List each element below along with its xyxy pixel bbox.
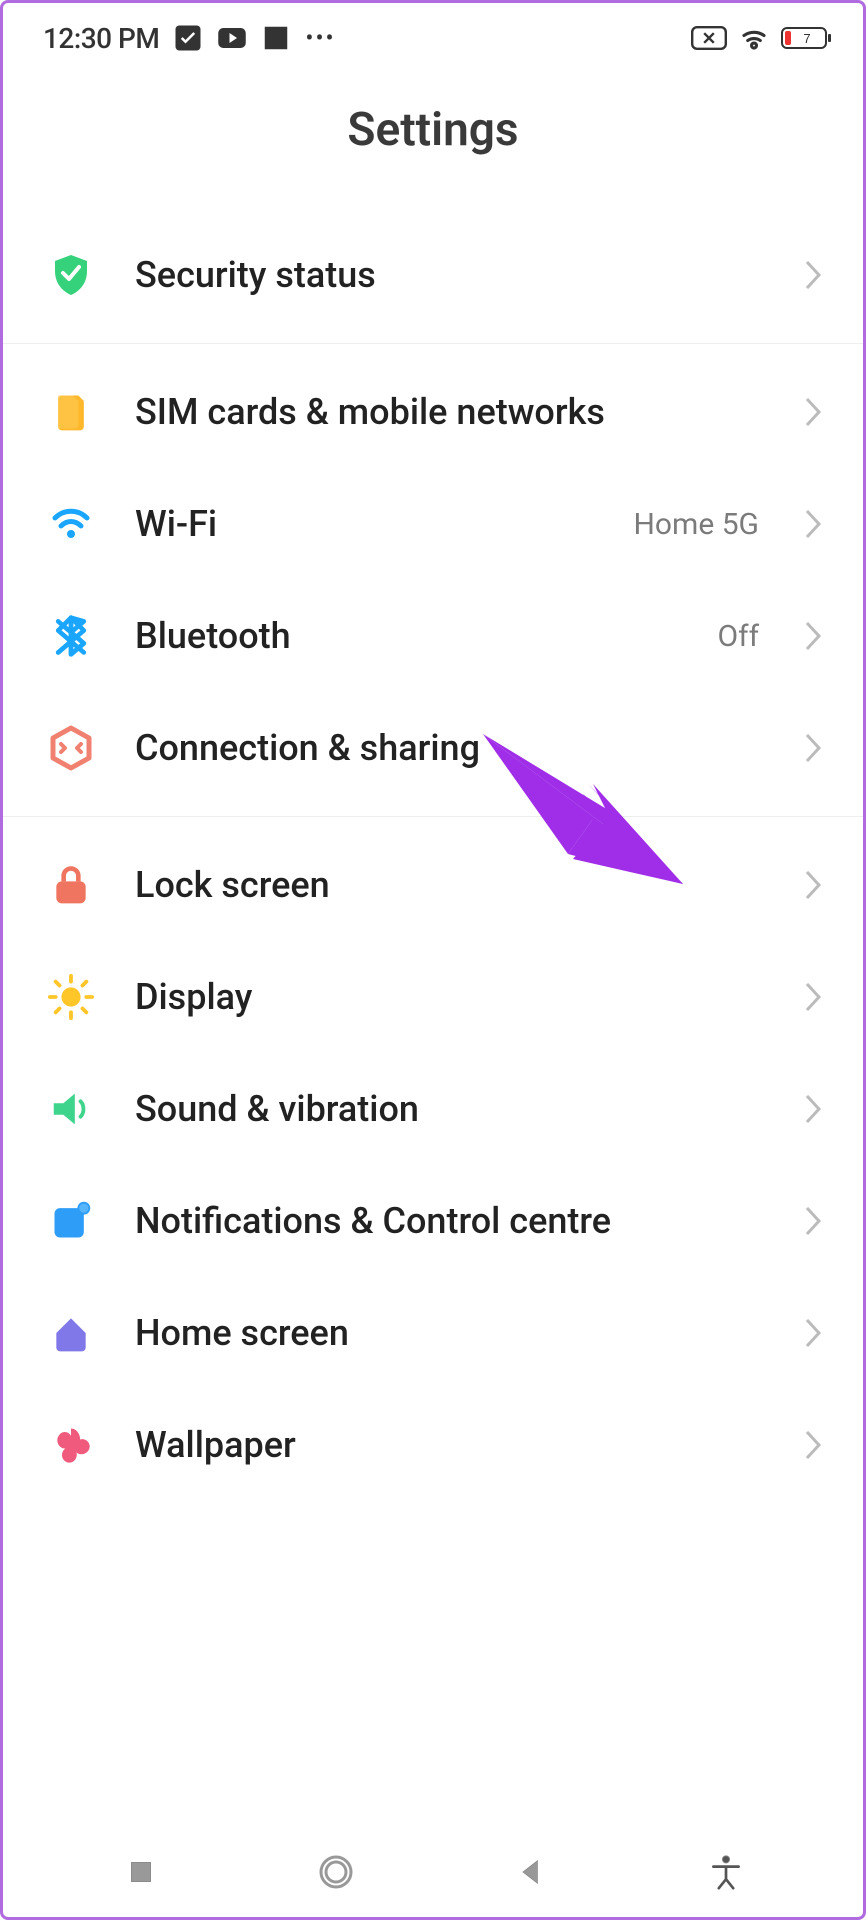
recent-apps-button[interactable] (111, 1842, 171, 1902)
settings-group-1: SIM cards & mobile networks Wi-Fi Home 5… (3, 344, 863, 817)
system-nav-bar (3, 1827, 863, 1917)
row-display[interactable]: Display (3, 941, 863, 1053)
settings-list: Security status SIM cards & mobile netwo… (3, 207, 863, 1827)
sim-missing-icon (691, 23, 727, 53)
row-connection-sharing[interactable]: Connection & sharing (3, 692, 863, 804)
sync-icon (173, 23, 203, 53)
chevron-right-icon (803, 1316, 823, 1350)
row-label: Lock screen (135, 864, 767, 906)
chevron-right-icon (803, 868, 823, 902)
settings-group-2: Lock screen Display Sound & vibration (3, 817, 863, 1513)
row-security-status[interactable]: Security status (3, 219, 863, 331)
row-bluetooth[interactable]: Bluetooth Off (3, 580, 863, 692)
row-label: Security status (135, 254, 767, 296)
row-label: Wallpaper (135, 1424, 767, 1466)
notification-square-icon (43, 1193, 99, 1249)
chevron-right-icon (803, 1428, 823, 1462)
row-notifications[interactable]: Notifications & Control centre (3, 1165, 863, 1277)
row-wifi[interactable]: Wi-Fi Home 5G (3, 468, 863, 580)
chevron-right-icon (803, 731, 823, 765)
back-button[interactable] (501, 1842, 561, 1902)
row-value: Off (718, 619, 760, 654)
row-label: Wi-Fi (135, 503, 598, 545)
chevron-right-icon (803, 619, 823, 653)
home-button[interactable] (306, 1842, 366, 1902)
row-wallpaper[interactable]: Wallpaper (3, 1389, 863, 1501)
status-bar-right: 7 (691, 23, 833, 53)
row-label: Notifications & Control centre (135, 1200, 767, 1242)
home-icon (43, 1305, 99, 1361)
shield-check-icon (43, 247, 99, 303)
row-value: Home 5G (634, 507, 759, 542)
wifi-status-icon (739, 23, 769, 53)
chevron-right-icon (803, 1092, 823, 1126)
row-label: Sound & vibration (135, 1088, 767, 1130)
row-sound-vibration[interactable]: Sound & vibration (3, 1053, 863, 1165)
sun-icon (43, 969, 99, 1025)
page-title: Settings (3, 103, 863, 157)
wifi-icon (43, 496, 99, 552)
battery-low-icon: 7 (781, 23, 833, 53)
row-label: Home screen (135, 1312, 767, 1354)
sim-card-icon (43, 384, 99, 440)
app-frame: 12:30 PM ••• (0, 0, 866, 1920)
chevron-right-icon (803, 980, 823, 1014)
row-label: Bluetooth (135, 615, 682, 657)
chevron-right-icon (803, 395, 823, 429)
status-bar-left: 12:30 PM ••• (43, 22, 336, 55)
chevron-right-icon (803, 507, 823, 541)
settings-group-0: Security status (3, 207, 863, 344)
flower-icon (43, 1417, 99, 1473)
row-label: Connection & sharing (135, 727, 767, 769)
lock-icon (43, 857, 99, 913)
row-label: Display (135, 976, 767, 1018)
chevron-right-icon (803, 258, 823, 292)
row-label: SIM cards & mobile networks (135, 391, 767, 433)
chevron-right-icon (803, 1204, 823, 1238)
speaker-icon (43, 1081, 99, 1137)
battery-text: 7 (803, 31, 810, 46)
row-home-screen[interactable]: Home screen (3, 1277, 863, 1389)
square-icon (261, 23, 291, 53)
youtube-icon (217, 23, 247, 53)
row-lock-screen[interactable]: Lock screen (3, 829, 863, 941)
status-bar: 12:30 PM ••• (3, 3, 863, 73)
status-clock: 12:30 PM (43, 22, 159, 55)
accessibility-button[interactable] (696, 1842, 756, 1902)
bluetooth-icon (43, 608, 99, 664)
share-hex-icon (43, 720, 99, 776)
more-dots-icon: ••• (305, 24, 335, 52)
row-sim-cards[interactable]: SIM cards & mobile networks (3, 356, 863, 468)
